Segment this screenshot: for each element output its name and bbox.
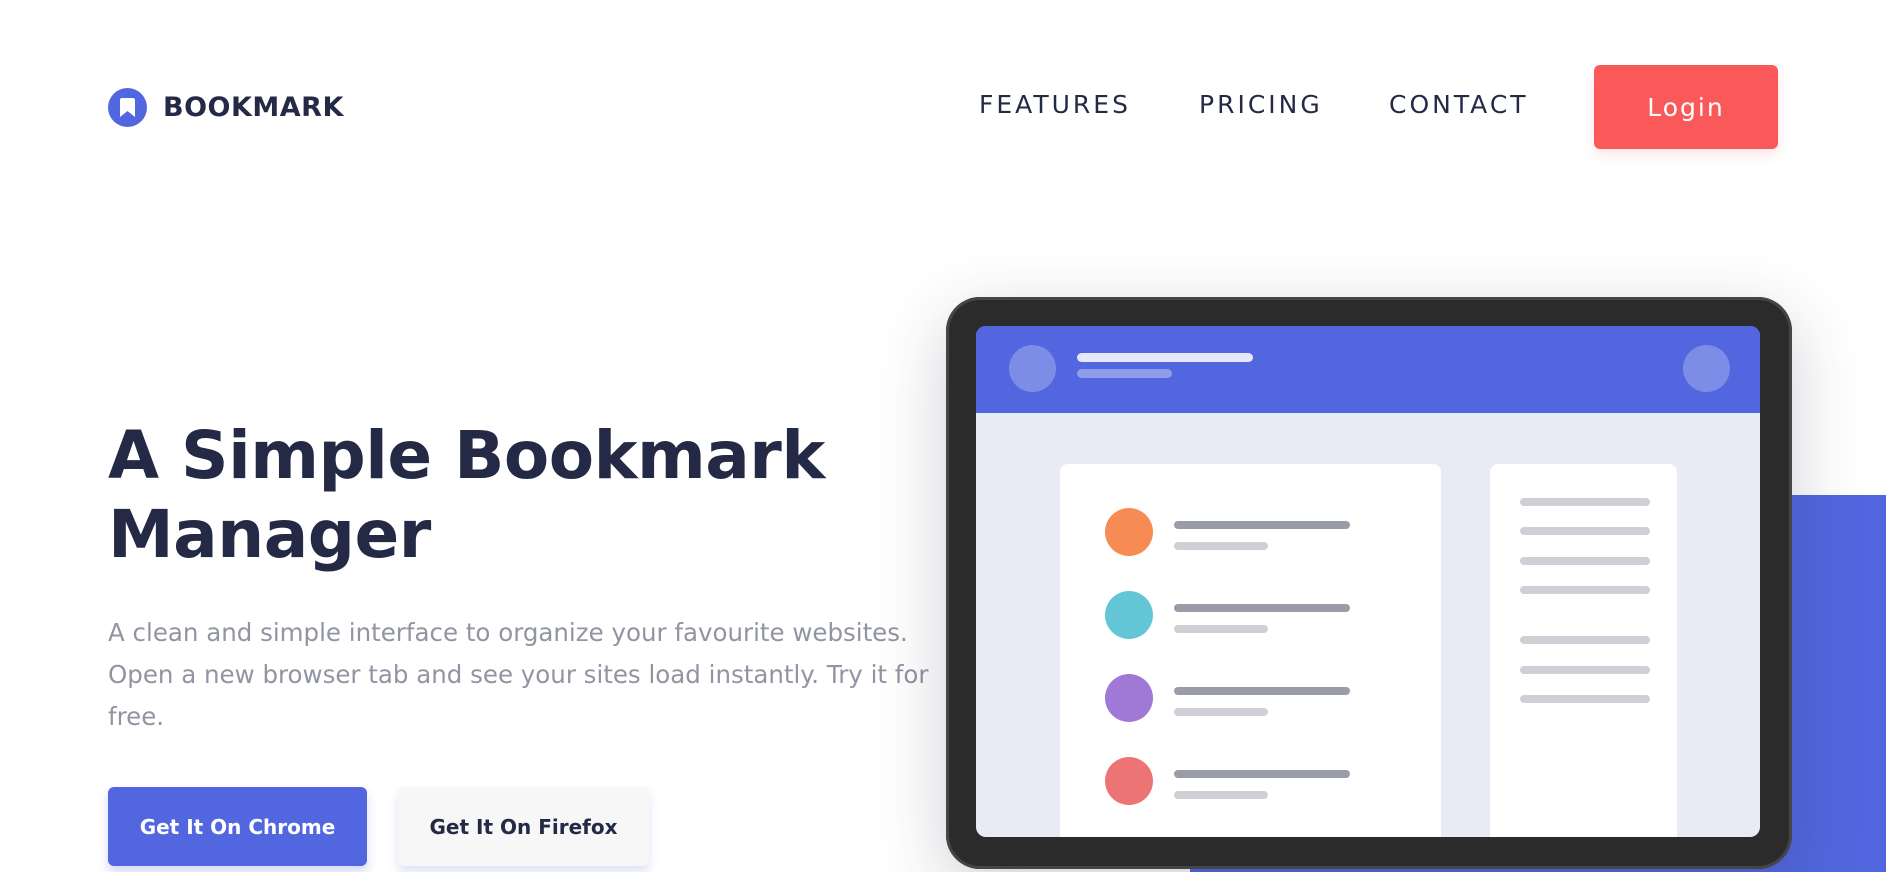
mock-bookmark-line <box>1174 521 1350 529</box>
mock-bookmark-subline <box>1174 542 1268 550</box>
mock-bookmark-line <box>1174 604 1350 612</box>
mock-bookmark-subline <box>1174 791 1268 799</box>
site-header: BOOKMARK FEATURES PRICING CONTACT Login <box>0 0 1886 214</box>
login-button[interactable]: Login <box>1594 65 1778 149</box>
tablet-screen <box>976 326 1760 837</box>
mock-avatar <box>1009 345 1056 392</box>
nav-link-pricing[interactable]: PRICING <box>1199 90 1323 119</box>
mock-bookmark-line <box>1174 770 1350 778</box>
get-chrome-button[interactable]: Get It On Chrome <box>108 787 367 866</box>
mock-bookmark-list-card <box>1060 464 1441 837</box>
get-firefox-button[interactable]: Get It On Firefox <box>398 787 649 866</box>
mock-menu-circle <box>1683 345 1730 392</box>
mock-sidebar-line <box>1520 695 1650 703</box>
brand-logo[interactable]: BOOKMARK <box>108 87 344 127</box>
mock-bookmark-dot <box>1105 757 1153 805</box>
mock-sidebar-line <box>1520 586 1650 594</box>
mock-bookmark-line <box>1174 687 1350 695</box>
mock-bookmark-dot <box>1105 674 1153 722</box>
mock-sidebar-card <box>1490 464 1677 837</box>
nav-link-features[interactable]: FEATURES <box>979 90 1131 119</box>
mock-subtitle-line <box>1077 369 1172 378</box>
hero-title-line1: A Simple Bookmark <box>108 417 825 494</box>
mock-app-bar <box>976 326 1760 413</box>
brand-name: BOOKMARK <box>163 91 344 123</box>
hero-description: A clean and simple interface to organize… <box>108 618 929 731</box>
bookmark-logo-icon <box>108 87 147 127</box>
mock-sidebar-line <box>1520 557 1650 565</box>
mock-sidebar-line <box>1520 527 1650 535</box>
hero-title: A Simple Bookmark Manager <box>108 416 868 574</box>
mock-title-line <box>1077 353 1253 362</box>
hero-title-line2: Manager <box>108 496 431 573</box>
mock-sidebar-line <box>1520 498 1650 506</box>
mock-sidebar-line <box>1520 636 1650 644</box>
nav-link-contact[interactable]: CONTACT <box>1389 90 1529 119</box>
mock-bookmark-subline <box>1174 625 1268 633</box>
mock-sidebar-line <box>1520 666 1650 674</box>
mock-bookmark-subline <box>1174 708 1268 716</box>
mock-bookmark-dot <box>1105 508 1153 556</box>
tablet-illustration <box>946 297 1792 869</box>
mock-bookmark-dot <box>1105 591 1153 639</box>
